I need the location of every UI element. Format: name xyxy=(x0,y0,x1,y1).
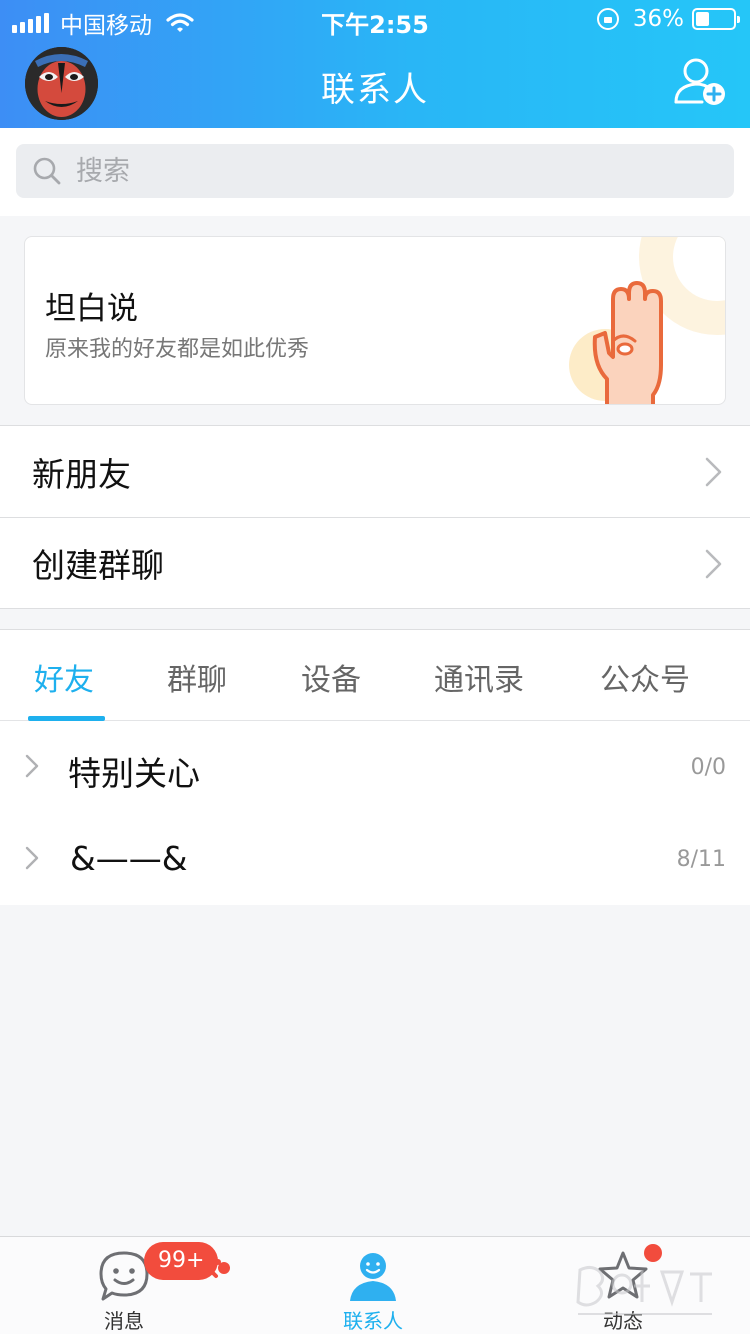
group-name: &——& xyxy=(70,839,188,878)
watermark-logo xyxy=(576,1265,712,1315)
group-row[interactable]: 特别关心 0/0 xyxy=(0,721,750,813)
banner-subtitle: 原来我的好友都是如此优秀 xyxy=(45,337,310,362)
tab-public-accounts[interactable]: 公众号 xyxy=(600,655,690,699)
battery-icon xyxy=(692,8,740,30)
chevron-right-icon xyxy=(25,846,39,870)
contacts-icon xyxy=(350,1253,396,1301)
hand-gesture-icon xyxy=(569,237,725,404)
group-name: 特别关心 xyxy=(68,754,200,793)
badge-sparkle-icon xyxy=(198,1250,230,1278)
add-friend-icon xyxy=(674,58,725,105)
contacts-menu: 新朋友 创建群聊 xyxy=(0,425,750,609)
chevron-right-icon xyxy=(705,549,722,579)
header-bar: 中国移动 下午2:55 36% 联系人 xyxy=(0,0,750,128)
new-friends-label: 新朋友 xyxy=(32,454,131,494)
battery-fill xyxy=(696,12,709,26)
group-count: 0/0 xyxy=(690,755,726,780)
new-friends-row[interactable]: 新朋友 xyxy=(0,426,750,517)
tab-groups[interactable]: 群聊 xyxy=(167,655,227,699)
nav-contacts[interactable]: 联系人 xyxy=(298,1237,448,1334)
tanbaishuo-banner[interactable]: 坦白说 原来我的好友都是如此优秀 xyxy=(24,236,726,405)
tab-address-book[interactable]: 通讯录 xyxy=(434,655,524,699)
rotation-lock-icon xyxy=(596,8,619,30)
tab-friends[interactable]: 好友 xyxy=(34,655,94,699)
create-group-row[interactable]: 创建群聊 xyxy=(0,517,750,608)
search-box[interactable] xyxy=(16,144,734,198)
chevron-right-icon xyxy=(25,754,39,778)
search-icon xyxy=(33,157,61,185)
group-row[interactable]: &——& 8/11 xyxy=(0,813,750,905)
nav-contacts-label: 联系人 xyxy=(343,1309,403,1333)
banner-title: 坦白说 xyxy=(45,291,138,327)
feed-notification-dot xyxy=(644,1244,662,1262)
contacts-tabs: 好友 群聊 设备 通讯录 公众号 xyxy=(0,629,750,721)
group-count: 8/11 xyxy=(676,847,726,872)
nav-messages-label: 消息 xyxy=(104,1309,144,1333)
tab-devices[interactable]: 设备 xyxy=(301,655,361,699)
chevron-right-icon xyxy=(705,457,722,487)
search-input[interactable] xyxy=(76,155,676,187)
search-bar xyxy=(0,128,750,216)
friend-groups: 特别关心 0/0 &——& 8/11 xyxy=(0,721,750,905)
add-friend-button[interactable] xyxy=(672,56,728,108)
page-title: 联系人 xyxy=(321,70,429,110)
status-bar: 中国移动 下午2:55 36% xyxy=(0,0,750,40)
status-right: 36% xyxy=(596,6,740,32)
battery-percent: 36% xyxy=(632,6,684,32)
create-group-label: 创建群聊 xyxy=(32,546,164,585)
messages-icon xyxy=(99,1251,149,1301)
